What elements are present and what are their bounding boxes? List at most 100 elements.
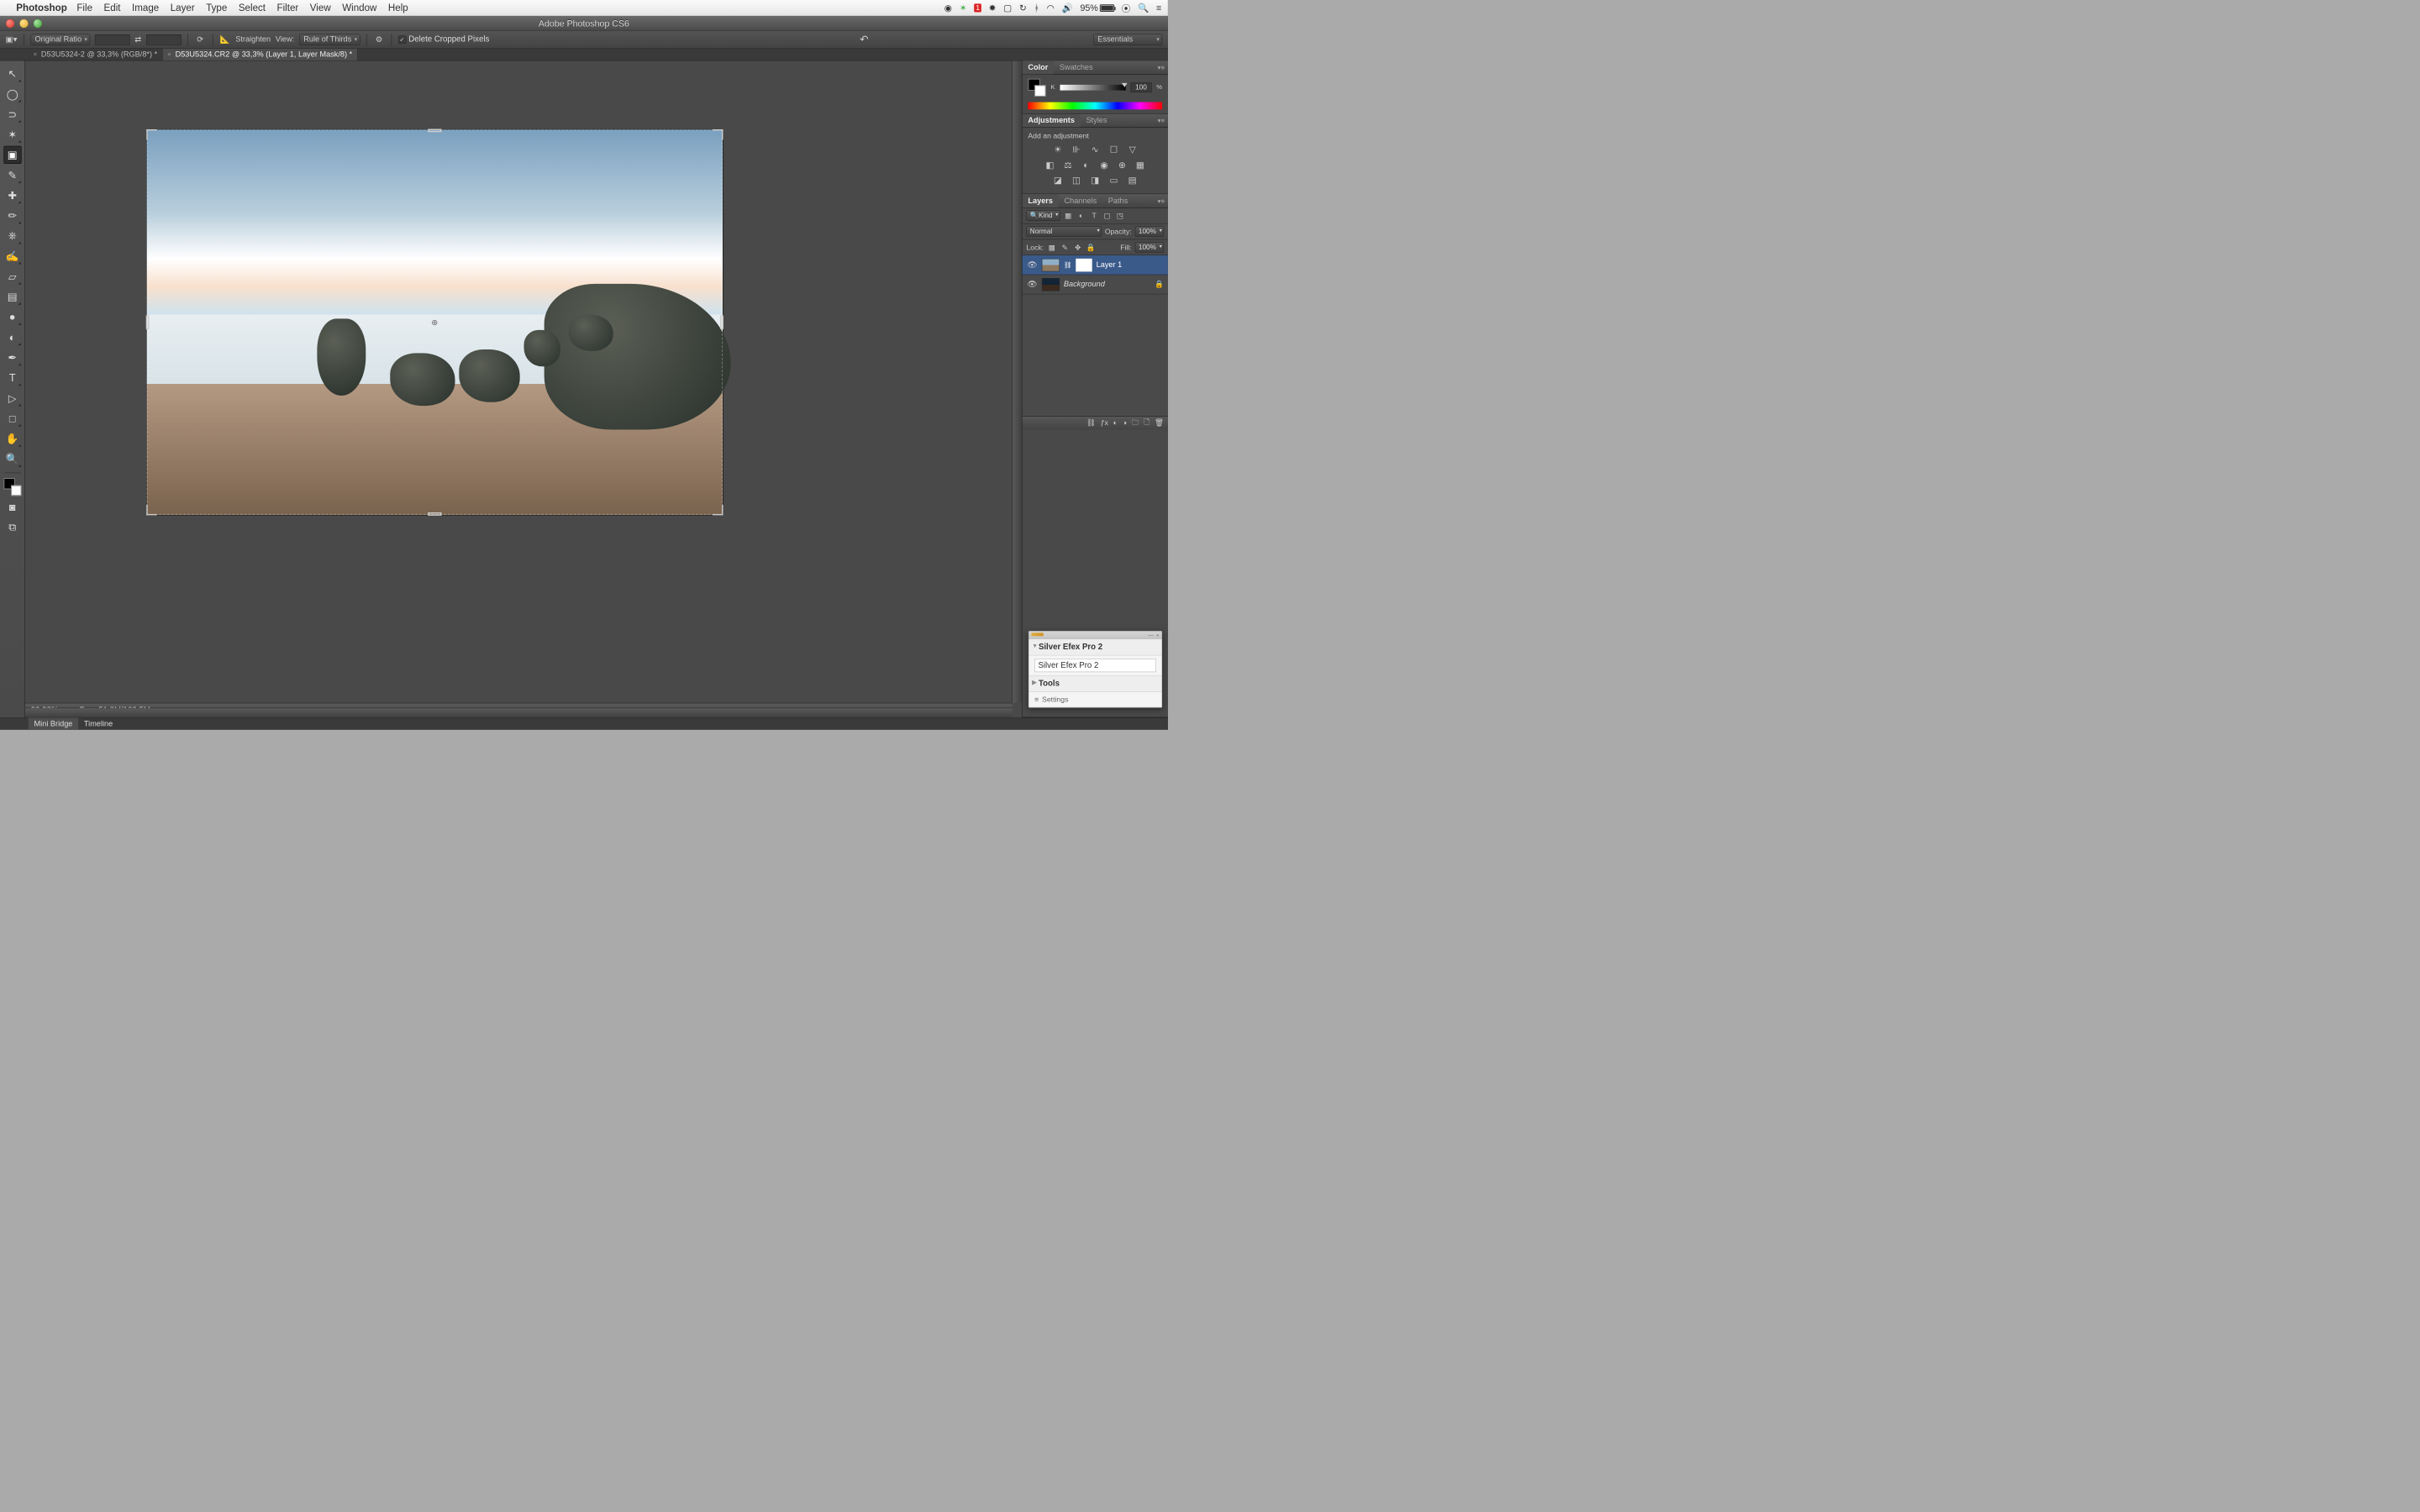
tab-timeline[interactable]: Timeline [78,718,118,730]
crop-handle-b[interactable] [428,512,441,516]
crop-ratio-select[interactable]: Original Ratio [30,34,90,45]
tab-paths[interactable]: Paths [1102,194,1134,207]
gradient-map-icon[interactable]: ▭ [1107,175,1119,186]
channel-mixer-icon[interactable]: ⊕ [1117,159,1128,171]
fg-bg-swatch[interactable] [1028,79,1045,97]
mask-thumbnail[interactable] [1076,259,1092,271]
canvas-area[interactable]: ⊕ 33,33% ▶ Doc: 51,3M/102,5M ▶ [25,60,1022,717]
crop-handle-tr[interactable] [713,129,723,140]
path-selection-tool[interactable]: ▷ [3,389,21,407]
silver-efex-panel[interactable]: — × ▼ Silver Efex Pro 2 Silver Efex Pro … [1028,631,1162,708]
new-group-icon[interactable]: 🗀 [1132,417,1139,428]
eyedropper-tool[interactable]: ✎ [3,166,21,184]
fg-bg-swatches[interactable] [3,478,21,496]
lock-position-icon[interactable]: ✥ [1073,243,1083,253]
notifications-icon[interactable]: ≡ [1156,3,1161,13]
brush-tool[interactable]: ✏ [3,207,21,224]
mac-menubar[interactable]: Photoshop File Edit Image Layer Type Sel… [0,0,1168,16]
panel-menu-icon[interactable]: ▾≡ [1155,197,1168,205]
app-name[interactable]: Photoshop [16,3,66,14]
delete-layer-icon[interactable]: 🗑 [1155,419,1164,428]
sync-icon[interactable]: ◉ [944,3,952,13]
vertical-scrollbar[interactable] [1013,60,1023,702]
minimize-window-button[interactable] [19,18,29,28]
tools-section[interactable]: ▶ Tools [1028,675,1161,691]
document-tab-2[interactable]: × D53U5324.CR2 @ 33,3% (Layer 1, Layer M… [162,49,357,60]
crop-tool-icon[interactable]: ▣▾ [6,34,18,45]
filter-smart-icon[interactable]: ◳ [1115,211,1125,221]
menu-help[interactable]: Help [388,3,408,14]
delete-cropped-checkbox[interactable]: ✓ Delete Cropped Pixels [398,35,490,45]
1password-icon[interactable]: 1 [974,3,981,12]
link-icon[interactable]: ⛓ [1064,261,1072,270]
layer-thumbnail[interactable] [1042,259,1060,271]
tab-layers[interactable]: Layers [1023,194,1059,207]
layer-row-layer1[interactable]: 👁 ⛓ Layer 1 [1023,255,1168,275]
evernote-icon[interactable]: ✶ [960,3,967,13]
zoom-tool[interactable]: 🔍 [3,450,21,468]
menu-type[interactable]: Type [206,3,227,14]
layer-fx-icon[interactable]: ƒx [1101,419,1108,428]
lasso-tool[interactable]: ⊃ [3,105,21,123]
menu-image[interactable]: Image [132,3,159,14]
vibrance-icon[interactable]: ▽ [1126,144,1138,155]
straighten-label[interactable]: Straighten [235,35,271,45]
document-image[interactable]: ⊕ [147,129,723,514]
color-balance-icon[interactable]: ⚖ [1062,159,1074,171]
k-slider[interactable] [1060,85,1125,91]
filter-pixel-icon[interactable]: ▦ [1063,211,1073,221]
dodge-tool[interactable]: ◐ [3,328,21,346]
add-mask-icon[interactable]: ◐ [1113,419,1118,428]
settings-row[interactable]: ≡ Settings [1028,692,1161,707]
bw-icon[interactable]: ◐ [1081,159,1092,171]
blur-tool[interactable]: ● [3,308,21,326]
filter-adjust-icon[interactable]: ◐ [1076,211,1086,221]
crop-overlay-select[interactable]: Rule of Thirds [299,34,360,45]
pen-tool[interactable]: ✒ [3,349,21,366]
menu-edit[interactable]: Edit [104,3,121,14]
visibility-icon[interactable]: 👁 [1026,280,1038,290]
levels-icon[interactable]: ⊪ [1071,144,1082,155]
rotate-icon[interactable]: ⟳ [195,34,207,45]
screen-mode-tool[interactable]: ⧉ [3,518,21,536]
gear-icon[interactable]: ⚙ [373,34,385,45]
rectangle-tool[interactable]: □ [3,409,21,427]
lock-all-icon[interactable]: 🔒 [1086,243,1096,253]
tab-adjustments[interactable]: Adjustments [1023,114,1081,128]
eraser-tool[interactable]: ▱ [3,268,21,286]
airplay-icon[interactable]: ▢ [1003,3,1012,13]
close-panel-icon[interactable]: × [1156,632,1160,638]
filter-type-icon[interactable]: T [1089,211,1099,221]
crop-height-input[interactable] [146,34,182,45]
menu-filter[interactable]: Filter [277,3,299,14]
menu-select[interactable]: Select [239,3,266,14]
preset-input[interactable]: Silver Efex Pro 2 [1034,659,1156,672]
visibility-icon[interactable]: 👁 [1026,260,1038,270]
crop-marquee[interactable]: ⊕ [147,129,723,514]
spotlight-icon[interactable]: 🔍 [1138,3,1149,13]
volume-icon[interactable]: 🔊 [1062,3,1073,13]
new-adjustment-icon[interactable]: ◑ [1123,419,1127,428]
tab-mini-bridge[interactable]: Mini Bridge [29,718,78,730]
panel-grip[interactable] [1031,633,1043,636]
exposure-icon[interactable]: ☐ [1107,144,1119,155]
color-lookup-icon[interactable]: ▦ [1134,159,1146,171]
layer-filter-kind[interactable]: 🔍Kind [1026,210,1060,221]
posterize-icon[interactable]: ◫ [1071,175,1082,186]
close-tab-icon[interactable]: × [34,51,38,59]
panel-menu-icon[interactable]: ▾≡ [1155,64,1168,72]
curves-icon[interactable]: ∿ [1089,144,1101,155]
app-menu-icon[interactable]: ✸ [989,3,997,13]
layer-name[interactable]: Layer 1 [1097,260,1123,270]
k-value-input[interactable] [1130,82,1151,92]
crop-handle-l[interactable] [146,315,150,328]
crop-handle-t[interactable] [428,129,441,132]
marquee-tool[interactable]: ◯ [3,85,21,102]
filter-shape-icon[interactable]: ▢ [1102,211,1113,221]
layer-thumbnail[interactable] [1042,278,1060,291]
horizontal-scrollbar[interactable] [25,708,1013,718]
tab-styles[interactable]: Styles [1081,114,1113,128]
opacity-input[interactable]: 100% [1135,226,1164,237]
menu-file[interactable]: File [76,3,92,14]
selective-color-icon[interactable]: ▤ [1126,175,1138,186]
